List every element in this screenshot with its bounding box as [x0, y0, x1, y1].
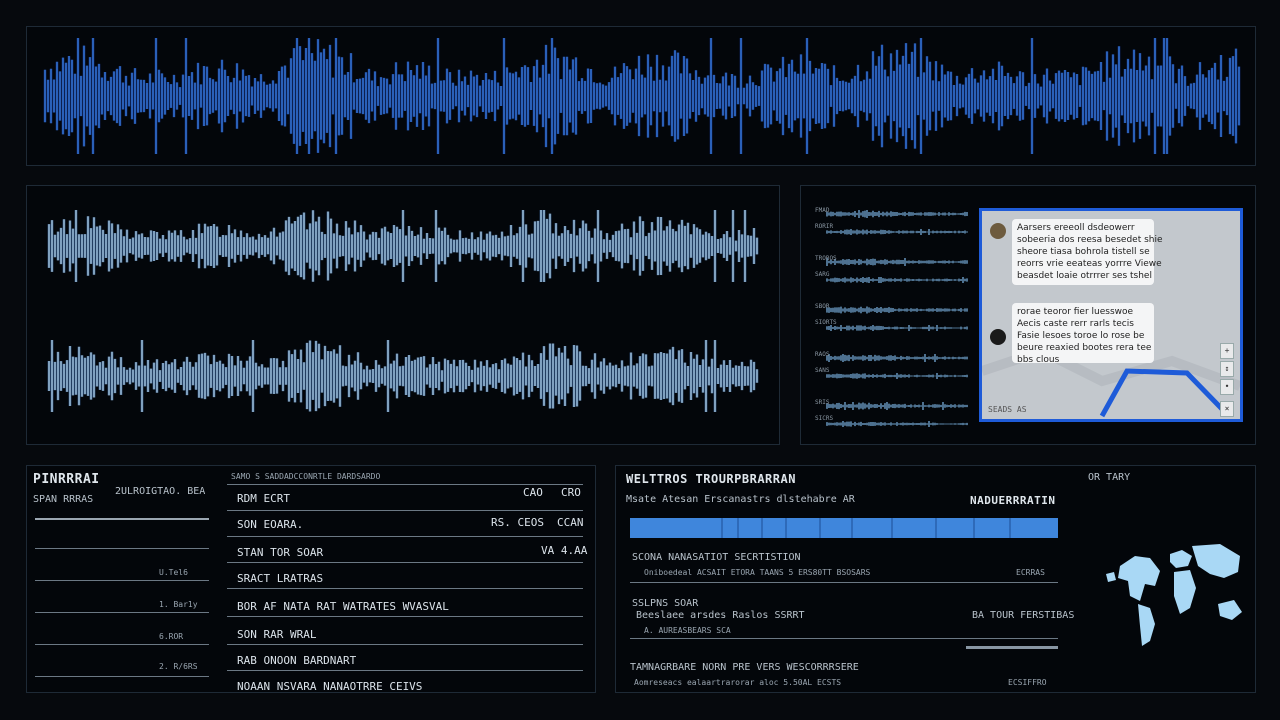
section-sub: A. AUREASBEARS SCA: [644, 626, 731, 635]
mini-wave-2b: [826, 277, 968, 283]
table-row-label: RDM ECRT: [237, 492, 290, 505]
mini-wave-3b: [826, 325, 968, 331]
left-table-title: PINRRRAI: [33, 472, 100, 487]
mini-row: 6.ROR: [159, 632, 184, 641]
mini-divider: [35, 676, 209, 677]
chat-window[interactable]: Aarsers ereeoll dsdeowerr sobeeria dos r…: [979, 208, 1243, 422]
mini-wave-label: SARG: [815, 271, 830, 278]
table-row-value: CCAN: [557, 516, 584, 529]
section-value: ECRRAS: [1016, 568, 1045, 577]
section-line: Oniboedeal ACSAIT ETORA TAANS 5 ERS80TT …: [644, 568, 871, 577]
row-divider: [630, 582, 1058, 583]
side-button-4[interactable]: ×: [1220, 401, 1234, 417]
side-button-3[interactable]: •: [1220, 379, 1234, 395]
table-row-label: STAN TOR SOAR: [237, 546, 324, 559]
mini-wave-label: RAOS: [815, 351, 830, 358]
side-button-2[interactable]: ↕: [1220, 361, 1234, 377]
row-divider: [227, 588, 583, 589]
section-value: BA TOUR FERSTIBAS: [972, 610, 1075, 621]
mini-wave-4: [826, 354, 968, 362]
mini-wave-1b: [826, 229, 968, 235]
mini-wave-label: SBOR: [815, 303, 830, 310]
right-table-subheader: Msate Atesan Erscanastrs dlstehabre AR: [626, 494, 855, 505]
row-divider: [227, 670, 583, 671]
right-table-title: WELTTROS TROURPBRARRAN: [626, 472, 796, 486]
mini-wave-label: FMAD: [815, 207, 830, 214]
row-divider: [227, 616, 583, 617]
avatar-2: [990, 329, 1006, 345]
mini-divider: [35, 518, 209, 520]
mini-row: 2. R/6RS: [159, 662, 198, 671]
left-table-header: SAMO S SADDADCCONRTLE DARDSARDO: [231, 472, 381, 481]
right-table-corner-label: OR TARY: [1088, 472, 1131, 483]
section-heading: SCONA NANASATIOT SECRTISTION: [632, 552, 801, 563]
table-row-value: RS. CEOS: [491, 516, 544, 529]
mini-wave-label: SIORTS: [815, 319, 837, 326]
mini-divider: [35, 644, 209, 645]
left-table-panel: PINRRRAI SPAN RRRAS 2ULROIGTAO. BEA U.Te…: [26, 465, 596, 693]
row-divider: [227, 536, 583, 537]
chat-message-2: rorae teoror fier luesswoe Aecis caste r…: [1012, 303, 1154, 365]
table-row-label: NOAAN NSVARA NANAOTRRE CEIVS: [237, 680, 423, 693]
row-divider: [227, 562, 583, 563]
mini-wave-1: [826, 210, 968, 218]
side-button-1[interactable]: +: [1220, 343, 1234, 359]
mini-wave-label: SICRS: [815, 415, 833, 422]
header-divider: [227, 484, 583, 485]
highlight-bar-grid: [721, 518, 1011, 538]
waveform-middle: [47, 210, 759, 412]
table-row-label: SON EOARA.: [237, 518, 304, 531]
section-heading: TAMNAGRBARE NORN PRE VERS WESCORRRSERE: [630, 662, 859, 673]
mini-wave-label: TROBOS: [815, 255, 837, 262]
mini-row: U.Tel6: [159, 568, 188, 577]
waveform-panel-middle: [26, 185, 780, 445]
section-heading: SSLPNS SOAR: [632, 598, 699, 609]
waveform-top: [43, 38, 1241, 154]
mini-divider: [35, 548, 209, 549]
left-table-header-right: 2ULROIGTAO. BEA: [115, 486, 206, 497]
mini-wave-label: SRIS: [815, 399, 830, 406]
section-line: Beeslaee arsdes Raslos SSRRT: [636, 610, 805, 621]
left-table-subtitle: SPAN RRRAS: [33, 494, 94, 505]
mini-wave-3: [826, 306, 968, 314]
mini-wave-5: [826, 402, 968, 410]
table-row-label: BOR AF NATA RAT WATRATES WVASVAL: [237, 600, 449, 613]
avatar-1: [990, 223, 1006, 239]
row-divider: [227, 644, 583, 645]
mini-wave-2: [826, 258, 968, 266]
mini-row: 1. Bar1y: [159, 600, 198, 609]
table-row-label: SRACT LRATRAS: [237, 572, 324, 585]
row-divider: [630, 638, 1058, 639]
table-row-value: CAO: [523, 486, 543, 499]
waveform-panel-top: [26, 26, 1256, 166]
row-divider: [227, 510, 583, 511]
mini-wave-4b: [826, 373, 968, 379]
mini-wave-label: SANS: [815, 367, 830, 374]
chat-message-1: Aarsers ereeoll dsdeowerr sobeeria dos r…: [1012, 219, 1163, 285]
section-value: ECSIFFRO: [1008, 678, 1047, 687]
chat-caption: SEADS AS: [988, 405, 1027, 414]
right-table-panel: WELTTROS TROURPBRARRAN OR TARY Msate Ate…: [615, 465, 1256, 693]
mini-divider: [35, 580, 209, 581]
mini-wave-label: RORIR: [815, 223, 833, 230]
table-row-value: CRO: [561, 486, 581, 499]
section-line: Aomreseacs ealaartrarorar aloc 5.50AL EC…: [634, 678, 842, 687]
mini-waveform-list: FMAD RORIR TROBOS SARG SBOR SIORTS RAOS SANS SRI…: [815, 207, 968, 427]
right-table-subheader-right: NADUERRRATIN: [970, 494, 1056, 507]
mini-wave-5b: [826, 421, 968, 427]
table-row-label: RAB ONOON BARDNART: [237, 654, 357, 667]
value-underline: [966, 646, 1058, 649]
table-row-label: SON RAR WRAL: [237, 628, 317, 641]
mini-divider: [35, 612, 209, 613]
world-map-icon: [1106, 544, 1242, 646]
table-row-value: VA 4.AA: [541, 544, 588, 557]
chat-panel: FMAD RORIR TROBOS SARG SBOR SIORTS RAOS SANS SRI…: [800, 185, 1256, 445]
